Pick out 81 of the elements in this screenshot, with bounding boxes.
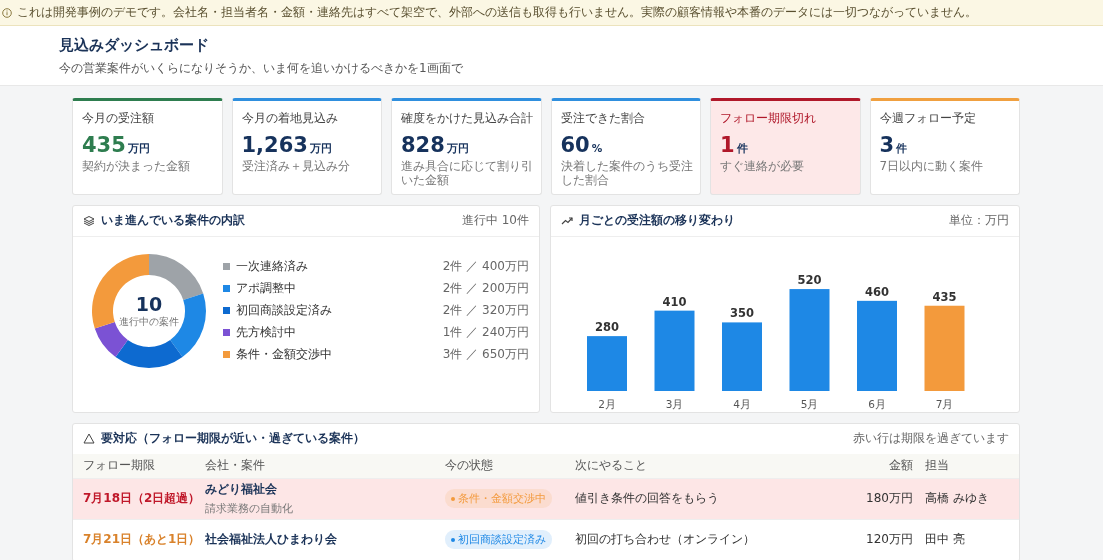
column-header: 担当 xyxy=(925,457,950,475)
legend-label: 先方検討中 xyxy=(236,324,296,342)
kpi-note: 決着した案件のうち受注した割合 xyxy=(560,160,694,188)
kpi-value: 1,263 xyxy=(241,133,308,157)
column-header: 次にやること xyxy=(575,457,648,475)
month-label: 4月 xyxy=(733,397,751,410)
kpi-value: 3 xyxy=(879,133,895,157)
panel-title: いま進んでいる案件の内訳 xyxy=(101,213,245,229)
kpi-unit: 万円 xyxy=(127,142,150,156)
trend-icon xyxy=(561,215,573,226)
legend-detail: 2件 ／ 200万円 xyxy=(442,280,529,298)
page-subtitle: 今の営業案件がいくらになりそうか、いま何を追いかけるべきかを1画面で xyxy=(59,60,464,77)
owner-name: 田中 亮 xyxy=(925,531,966,549)
kpi-label: 受注できた割合 xyxy=(560,110,646,127)
layers-icon xyxy=(83,214,95,227)
legend-detail: 2件 ／ 400万円 xyxy=(442,258,529,276)
table-row[interactable]: 7月21日（あと1日） 社会福祉法人ひまわり会 初回商談設定済み 初回の打ち合わせ（オンライン） 120万円 田中 亮 xyxy=(73,519,1019,560)
legend-detail: 2件 ／ 320万円 xyxy=(442,302,529,320)
bar-value: 350 xyxy=(730,306,754,320)
total-label: 進行中の案件 xyxy=(119,314,179,329)
kpi-note: 7日以内に動く案件 xyxy=(879,160,985,174)
status-tag: 条件・金額交渉中 xyxy=(445,489,552,509)
status-tag: 初回商談設定済み xyxy=(445,530,552,550)
legend-label: 一次連絡済み xyxy=(236,258,308,276)
bar-value: 280 xyxy=(595,319,619,334)
legend-detail: 3件 ／ 650万円 xyxy=(442,346,529,364)
page-title: 見込みダッシュボード xyxy=(59,36,210,55)
kpi-value: 828 xyxy=(401,133,445,157)
owner-name: 高橋 みゆき xyxy=(925,490,990,508)
legend-detail: 1件 ／ 240万円 xyxy=(442,324,529,342)
legend-label: 初回商談設定済み xyxy=(236,302,332,320)
info-icon xyxy=(2,7,12,18)
project-name: 請求業務の自動化 xyxy=(205,501,294,517)
due-date: 7月18日（2日超過） xyxy=(83,490,202,508)
kpi-note: 受注済み＋見込み分 xyxy=(241,160,351,174)
month-label: 3月 xyxy=(665,397,684,410)
kpi-unit: 万円 xyxy=(446,142,469,156)
kpi-label: 今週フォロー予定 xyxy=(879,110,977,127)
kpi-unit: 万円 xyxy=(309,142,332,156)
kpi-note: 契約が決まった金額 xyxy=(82,160,191,174)
kpi-value: 60 xyxy=(560,133,590,157)
due-date: 7月21日（あと1日） xyxy=(83,531,202,549)
table-note: 赤い行は期限を過ぎています xyxy=(853,430,1009,448)
amount: 120万円 xyxy=(865,531,914,549)
company-name: 社会福祉法人ひまわり会 xyxy=(205,531,338,549)
kpi-unit: % xyxy=(591,142,603,154)
month-label: 2月 xyxy=(598,397,616,410)
month-label: 7月 xyxy=(935,397,954,410)
warning-icon xyxy=(83,433,95,445)
kpi-note: すぐ連絡が必要 xyxy=(720,160,805,174)
bar-value: 435 xyxy=(932,289,957,304)
kpi-label: 今月の着地見込み xyxy=(241,110,339,127)
total-count: 10 xyxy=(135,292,163,315)
panel-title: 要対応（フォロー期限が近い・過ぎている案件） xyxy=(101,431,365,447)
column-header: 今の状態 xyxy=(445,457,494,475)
bar-value: 520 xyxy=(797,272,822,287)
kpi-value: 435 xyxy=(82,133,126,157)
next-action: 値引き条件の回答をもらう xyxy=(575,490,720,508)
kpi-value: 1 xyxy=(720,133,735,157)
unit-label: 単位：万円 xyxy=(949,212,1009,230)
kpi-label: 今月の受注額 xyxy=(82,110,155,127)
notice-text: これは開発事例のデモです。会社名・担当者名・金額・連絡先はすべて架空で、外部への送信も取得も行いません。実際の顧客情報や本番のデータには一切つながっていません。 xyxy=(17,4,977,21)
deal-count: 進行中 10件 xyxy=(461,212,529,230)
next-action: 初回の打ち合わせ（オンライン） xyxy=(575,531,756,549)
month-label: 6月 xyxy=(868,397,886,410)
bar-value: 410 xyxy=(662,294,687,309)
kpi-label: 確度をかけた見込み合計 xyxy=(401,110,534,127)
bar-value: 460 xyxy=(865,284,889,299)
column-header: 金額 xyxy=(888,457,914,475)
kpi-label: フォロー期限切れ xyxy=(720,110,817,127)
kpi-unit: 件 xyxy=(896,142,908,156)
legend-label: アポ調整中 xyxy=(236,280,296,298)
kpi-unit: 件 xyxy=(736,142,748,156)
legend-label: 条件・金額交渉中 xyxy=(236,346,332,364)
company-name: みどり福祉会 xyxy=(205,481,278,499)
panel-title: 月ごとの受注額の移り変わり xyxy=(579,213,735,229)
amount: 180万円 xyxy=(865,490,914,508)
column-header: フォロー期限 xyxy=(83,457,156,475)
kpi-note: 進み具合に応じて割り引いた金額 xyxy=(401,160,534,188)
column-header: 会社・案件 xyxy=(205,457,266,475)
month-label: 5月 xyxy=(800,397,819,410)
